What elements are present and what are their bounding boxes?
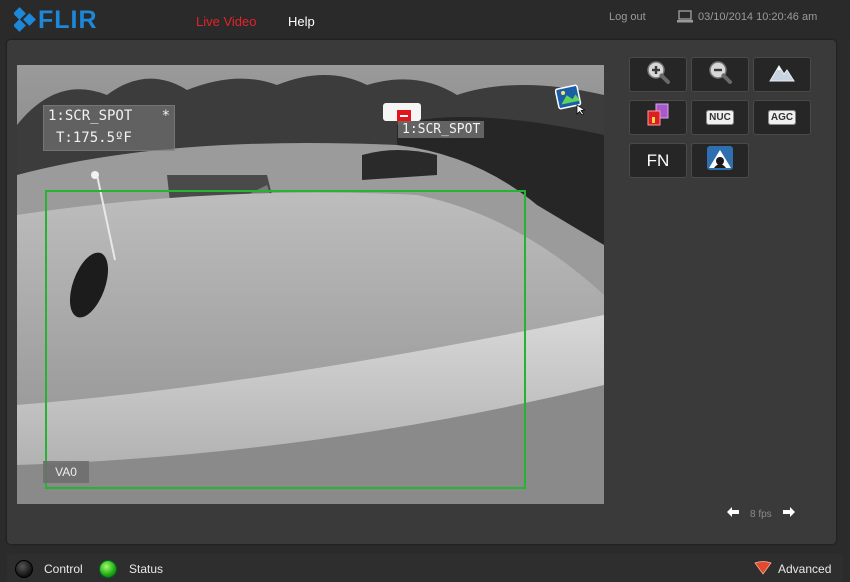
advanced-toggle[interactable]: Advanced: [778, 562, 831, 576]
arrow-right-icon[interactable]: [782, 505, 796, 523]
zoom-in-icon: [645, 59, 671, 90]
nav-help[interactable]: Help: [288, 14, 315, 29]
datetime: 03/10/2014 10:20:46 am: [698, 11, 818, 23]
flir-logo[interactable]: FLIR: [14, 6, 98, 34]
top-bar: FLIR Live Video Help Log out 03/10/2014 …: [0, 0, 850, 40]
palette-icon: [644, 102, 672, 133]
mountain-icon: [768, 61, 796, 88]
nuc-button[interactable]: NUC: [691, 100, 749, 135]
fn-icon: FN: [646, 150, 670, 170]
control-indicator-icon: [15, 560, 33, 578]
spot-meter-name: 1:SCR_SPOT: [48, 108, 133, 124]
agc-icon: AGC: [767, 110, 797, 125]
chevron-down-icon[interactable]: [754, 561, 772, 580]
flir-logo-icon: [14, 7, 36, 32]
image-snapshot-icon[interactable]: [554, 83, 587, 120]
scene-mode-button[interactable]: [691, 143, 749, 178]
nav-live-video[interactable]: Live Video: [196, 14, 256, 29]
scene-mode-icon: [705, 144, 735, 177]
live-video-feed[interactable]: 1:SCR_SPOT * T:175.5ºF 1:SCR_SPOT VA0: [17, 65, 604, 504]
fps-control: 8 fps: [726, 505, 796, 523]
analysis-area-box[interactable]: [45, 190, 526, 489]
status-label: Status: [129, 562, 164, 576]
agc-button[interactable]: AGC: [753, 100, 811, 135]
laptop-icon: [676, 10, 694, 29]
fn-button[interactable]: FN: [629, 143, 687, 178]
arrow-left-icon[interactable]: [726, 505, 740, 523]
brand-name: FLIR: [38, 5, 98, 34]
analysis-area-label: VA0: [43, 461, 89, 483]
spot-meter-overlay: 1:SCR_SPOT * T:175.5ºF: [43, 105, 175, 151]
status-indicator-icon: [99, 560, 117, 578]
zoom-out-button[interactable]: [691, 57, 749, 92]
zoom-in-button[interactable]: [629, 57, 687, 92]
nuc-icon: NUC: [706, 110, 734, 125]
logout-link[interactable]: Log out: [609, 11, 646, 23]
image-adjust-button[interactable]: [753, 57, 811, 92]
control-label: Control: [44, 562, 83, 576]
zoom-out-icon: [707, 59, 733, 90]
spot-meter-temperature: T:175.5ºF: [56, 130, 132, 146]
spot-meter-marker: *: [161, 108, 170, 124]
spot-label: 1:SCR_SPOT: [398, 121, 485, 138]
palette-button[interactable]: [629, 100, 687, 135]
status-bar: Control Status Advanced: [7, 554, 843, 582]
fps-value: 8 fps: [750, 508, 772, 520]
